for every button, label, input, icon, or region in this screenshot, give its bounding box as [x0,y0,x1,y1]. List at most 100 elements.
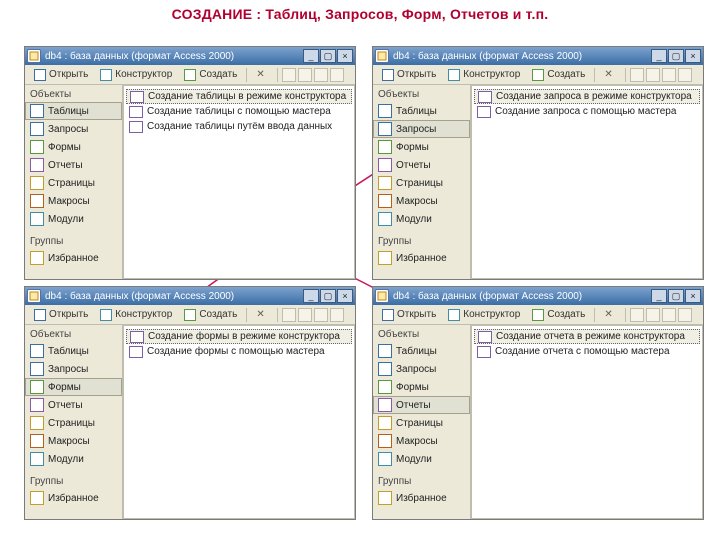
design-button[interactable]: Конструктор [443,307,525,323]
sidebar-header: Объекты [373,87,470,102]
delete-button[interactable]: ✕ [251,67,273,83]
maximize-button[interactable]: ▢ [668,49,684,63]
create-button[interactable]: Создать [179,67,242,83]
list-item[interactable]: Создание таблицы в режиме конструктора [126,89,352,104]
sidebar-item-queries[interactable]: Запросы [373,360,470,378]
list-item[interactable]: Создание запроса с помощью мастера [474,104,700,119]
sidebar-item-forms[interactable]: Формы [373,138,470,156]
minimize-button[interactable]: _ [651,49,667,63]
sidebar-item-label: Избранное [396,253,447,264]
view-small-icon[interactable] [646,308,660,322]
open-button[interactable]: Открыть [377,307,441,323]
design-button[interactable]: Конструктор [95,307,177,323]
sidebar-item-label: Страницы [396,178,443,189]
sidebar-item-reports[interactable]: Отчеты [25,156,122,174]
view-list-icon[interactable] [314,308,328,322]
create-button[interactable]: Создать [527,307,590,323]
view-large-icon[interactable] [630,68,644,82]
sidebar-item-queries[interactable]: Запросы [373,120,470,138]
list-item[interactable]: Создание таблицы с помощью мастера [126,104,352,119]
create-button[interactable]: Создать [527,67,590,83]
db-window-tables: db4 : база данных (формат Access 2000) _… [24,46,356,280]
sidebar-item-tables[interactable]: Таблицы [25,102,122,120]
minimize-button[interactable]: _ [303,289,319,303]
list-item-label: Создание таблицы в режиме конструктора [148,91,346,102]
view-small-icon[interactable] [298,68,312,82]
sidebar-item-modules[interactable]: Модули [373,210,470,228]
view-details-icon[interactable] [678,308,692,322]
sidebar-item-pages[interactable]: Страницы [25,174,122,192]
sidebar-item-label: Отчеты [396,160,431,171]
view-large-icon[interactable] [282,308,296,322]
sidebar-item-macros[interactable]: Макросы [373,432,470,450]
sidebar-item-macros[interactable]: Макросы [25,432,122,450]
sidebar-item-favorites[interactable]: Избранное [373,489,470,507]
delete-button[interactable]: ✕ [251,307,273,323]
minimize-button[interactable]: _ [651,289,667,303]
list-item-label: Создание запроса в режиме конструктора [496,91,692,102]
sidebar-item-modules[interactable]: Модули [373,450,470,468]
list-item[interactable]: Создание отчета в режиме конструктора [474,329,700,344]
design-button[interactable]: Конструктор [443,67,525,83]
sidebar-item-reports[interactable]: Отчеты [373,396,470,414]
list-item[interactable]: Создание формы в режиме конструктора [126,329,352,344]
create-button[interactable]: Создать [179,307,242,323]
close-button[interactable]: × [337,289,353,303]
view-details-icon[interactable] [330,68,344,82]
open-button[interactable]: Открыть [29,307,93,323]
close-button[interactable]: × [337,49,353,63]
content-list: Создание отчета в режиме конструктора Со… [471,325,703,519]
list-item[interactable]: Создание запроса в режиме конструктора [474,89,700,104]
sidebar-item-forms[interactable]: Формы [25,378,122,396]
close-button[interactable]: × [685,289,701,303]
sidebar-item-favorites[interactable]: Избранное [25,249,122,267]
sidebar-item-forms[interactable]: Формы [25,138,122,156]
open-button[interactable]: Открыть [377,67,441,83]
list-item[interactable]: Создание формы с помощью мастера [126,344,352,359]
view-list-icon[interactable] [662,308,676,322]
view-small-icon[interactable] [646,68,660,82]
sidebar-item-tables[interactable]: Таблицы [373,102,470,120]
delete-button[interactable]: ✕ [599,307,621,323]
list-item[interactable]: Создание таблицы путём ввода данных [126,119,352,134]
view-list-icon[interactable] [314,68,328,82]
groups-label: Группы [373,474,470,489]
design-button[interactable]: Конструктор [95,67,177,83]
sidebar-item-label: Избранное [396,493,447,504]
sidebar-item-modules[interactable]: Модули [25,210,122,228]
view-large-icon[interactable] [282,68,296,82]
sidebar-item-macros[interactable]: Макросы [373,192,470,210]
view-details-icon[interactable] [330,308,344,322]
minimize-button[interactable]: _ [303,49,319,63]
sidebar-item-tables[interactable]: Таблицы [373,342,470,360]
sidebar-item-reports[interactable]: Отчеты [373,156,470,174]
sidebar-item-label: Формы [396,382,429,393]
sidebar-item-macros[interactable]: Макросы [25,192,122,210]
view-small-icon[interactable] [298,308,312,322]
view-large-icon[interactable] [630,308,644,322]
sidebar-item-label: Таблицы [48,106,89,117]
sidebar-item-pages[interactable]: Страницы [25,414,122,432]
sidebar-item-pages[interactable]: Страницы [373,174,470,192]
maximize-button[interactable]: ▢ [668,289,684,303]
sidebar-item-favorites[interactable]: Избранное [25,489,122,507]
maximize-button[interactable]: ▢ [320,289,336,303]
open-button[interactable]: Открыть [29,67,93,83]
objects-sidebar: Объекты Таблицы Запросы Формы Отчеты Стр… [25,85,123,279]
maximize-button[interactable]: ▢ [320,49,336,63]
list-item[interactable]: Создание отчета с помощью мастера [474,344,700,359]
sidebar-item-pages[interactable]: Страницы [373,414,470,432]
view-details-icon[interactable] [678,68,692,82]
sidebar-item-tables[interactable]: Таблицы [25,342,122,360]
close-button[interactable]: × [685,49,701,63]
titlebar: db4 : база данных (формат Access 2000) _… [373,287,703,305]
sidebar-item-queries[interactable]: Запросы [25,360,122,378]
sidebar-item-favorites[interactable]: Избранное [373,249,470,267]
sidebar-item-queries[interactable]: Запросы [25,120,122,138]
sidebar-item-reports[interactable]: Отчеты [25,396,122,414]
sidebar-item-forms[interactable]: Формы [373,378,470,396]
view-list-icon[interactable] [662,68,676,82]
sidebar-item-modules[interactable]: Модули [25,450,122,468]
delete-button[interactable]: ✕ [599,67,621,83]
list-item-label: Создание таблицы с помощью мастера [147,106,331,117]
